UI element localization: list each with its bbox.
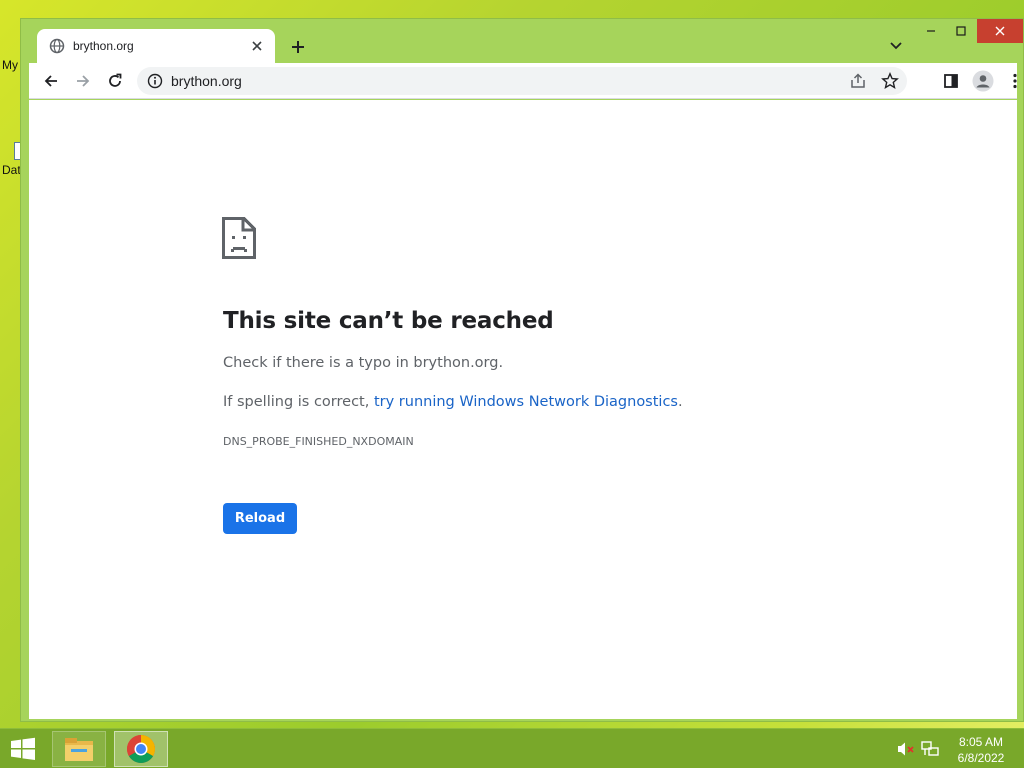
desktop-label-my: My [2,58,18,72]
desktop-shortcut-icon[interactable] [0,142,30,160]
taskbar: 8:05 AM 6/8/2022 [0,728,1024,768]
windows-start-icon[interactable] [8,737,38,761]
error-title: This site can’t be reached [223,308,554,334]
forward-arrow-icon[interactable] [73,71,93,91]
globe-icon [49,38,65,54]
share-icon[interactable] [849,72,867,90]
reload-icon[interactable] [105,71,125,91]
new-tab-icon[interactable] [287,36,309,58]
tab-title: brython.org [73,39,134,53]
reload-button[interactable]: Reload [223,503,297,534]
tab-strip: brython.org [21,19,1023,63]
system-clock[interactable]: 8:05 AM 6/8/2022 [952,734,1010,766]
close-tab-icon[interactable] [249,38,265,54]
url-text[interactable]: brython.org [171,73,242,89]
info-icon[interactable] [147,73,163,89]
menu-dots-icon[interactable] [1005,71,1024,91]
browser-window: brython.org brython.org This site can’t … [20,18,1024,722]
browser-toolbar: brython.org [29,63,1017,99]
bookmark-star-icon[interactable] [881,72,899,90]
browser-tab[interactable]: brython.org [37,29,275,63]
desktop-label-dat: Dat [2,163,21,177]
diagnostics-prefix: If spelling is correct, [223,394,374,410]
close-window-icon[interactable] [977,19,1023,43]
side-panel-icon[interactable] [941,71,961,91]
address-bar[interactable]: brython.org [137,67,907,95]
error-code: DNS_PROBE_FINISHED_NXDOMAIN [223,435,414,448]
file-explorer-icon[interactable] [52,731,106,767]
diagnostics-link[interactable]: try running Windows Network Diagnostics [374,394,678,410]
back-arrow-icon[interactable] [41,71,61,91]
sad-page-icon [222,217,256,259]
network-icon[interactable] [921,741,939,757]
clock-date: 6/8/2022 [957,751,1005,765]
chrome-icon[interactable] [114,731,168,767]
error-diagnostics-line: If spelling is correct, try running Wind… [223,394,683,410]
minimize-icon[interactable] [917,19,945,43]
chevron-down-icon[interactable] [886,36,906,56]
error-suggestion: Check if there is a typo in brython.org. [223,355,504,371]
diagnostics-suffix: . [677,394,683,410]
page-content: This site can’t be reached Check if ther… [29,100,1017,719]
volume-muted-icon[interactable] [897,741,915,757]
profile-avatar-icon[interactable] [972,70,994,92]
clock-time: 8:05 AM [958,735,1004,749]
maximize-icon[interactable] [947,19,975,43]
